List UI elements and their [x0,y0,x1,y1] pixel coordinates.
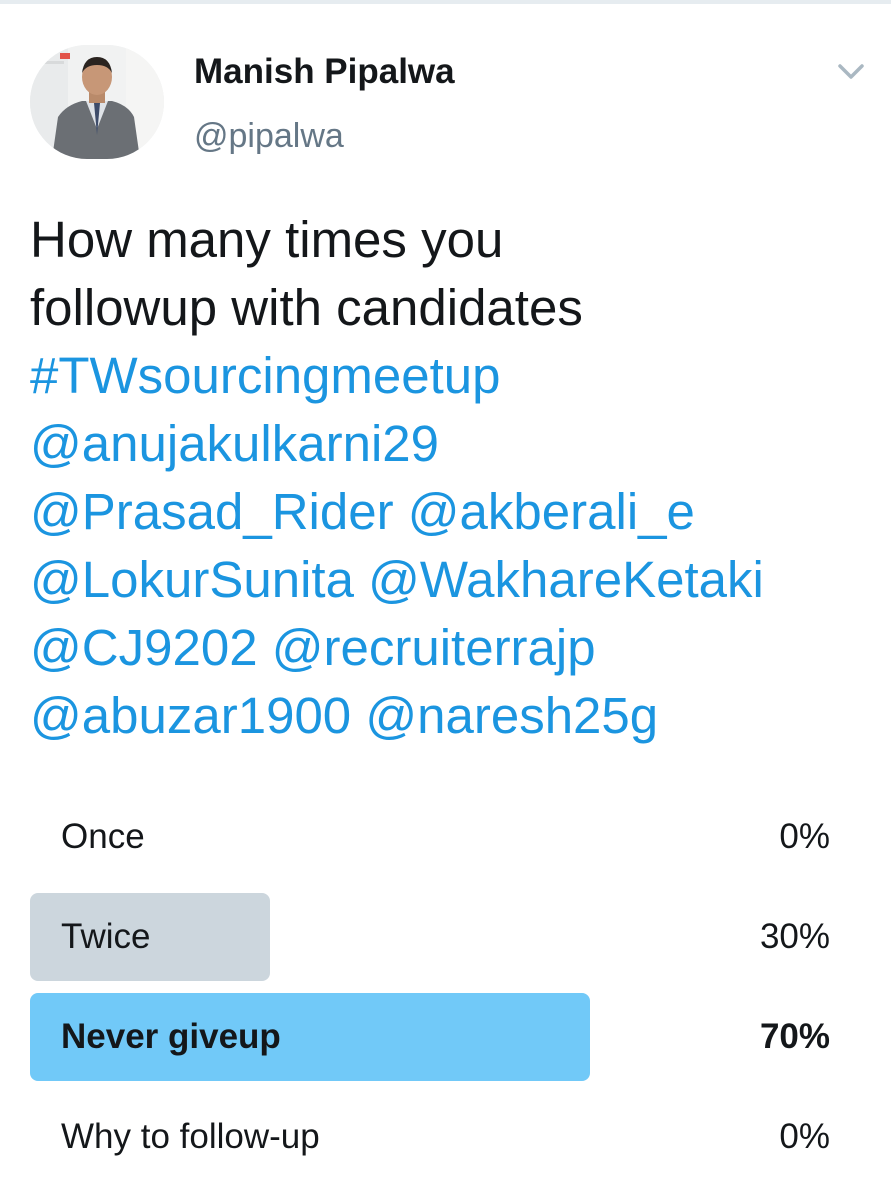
mention-link[interactable]: @recruiterrajp [272,619,596,676]
poll-results: Once 0% Twice 30% Never giveup 70% Why t… [30,792,830,1192]
tweet-text: How many times you followup with candida… [30,206,870,750]
poll-option-once: Once 0% [30,792,830,882]
poll-option-why-to-follow-up: Why to follow-up 0% [30,1092,830,1182]
avatar[interactable] [30,45,164,159]
author-display-name[interactable]: Manish Pipalwa [194,52,455,92]
mention-link[interactable]: @CJ9202 [30,619,258,676]
tweet-text-line: How many times you [30,211,504,268]
poll-option-label: Once [61,817,145,856]
poll-option-percent: 70% [759,1017,830,1056]
mention-link[interactable]: @LokurSunita [30,551,354,608]
mention-link[interactable]: @naresh25g [365,687,658,744]
poll-option-label: Twice [61,917,151,956]
author-handle[interactable]: @pipalwa [194,117,344,156]
tweet-text-line: followup with candidates [30,279,583,336]
mention-link[interactable]: @anujakulkarni29 [30,415,439,472]
poll-option-percent: 0% [779,817,830,856]
poll-option-never-giveup: Never giveup 70% [30,992,830,1082]
chevron-down-icon [838,64,864,79]
poll-option-percent: 30% [759,917,830,956]
profile-photo-icon [30,45,164,159]
hashtag-link[interactable]: #TWsourcingmeetup [30,347,501,404]
mention-link[interactable]: @abuzar1900 [30,687,351,744]
mention-link[interactable]: @akberali_e [408,483,695,540]
poll-option-twice: Twice 30% [30,892,830,982]
poll-option-percent: 0% [779,1117,830,1156]
tweet-menu-button[interactable] [836,60,866,84]
mention-link[interactable]: @Prasad_Rider [30,483,394,540]
poll-option-label: Why to follow-up [61,1117,320,1156]
top-divider [0,0,891,4]
poll-option-label: Never giveup [61,1017,281,1056]
mention-link[interactable]: @WakhareKetaki [368,551,764,608]
